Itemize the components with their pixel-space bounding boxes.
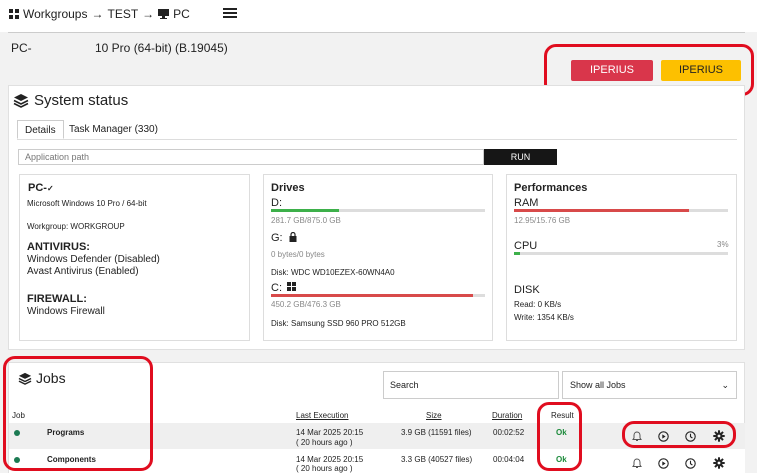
jobs-search-input[interactable] <box>383 371 559 399</box>
ram-usage: 12.95/15.76 GB <box>514 216 571 225</box>
job-size: 3.3 GB (40527 files) <box>401 455 473 464</box>
drive-d-label: D: <box>271 197 282 209</box>
lock-icon <box>289 231 297 242</box>
job-last-ago: ( 20 hours ago ) <box>296 438 353 447</box>
disk-read: Read: 0 KB/s <box>514 300 562 309</box>
drive-d-usage: 281.7 GB/875.0 GB <box>271 216 341 225</box>
pc-os-version: 10 Pro (64-bit) (B.19045) <box>95 41 228 55</box>
clock-icon[interactable] <box>684 457 696 469</box>
job-last-ago: ( 20 hours ago ) <box>296 464 353 473</box>
firewall-item: Windows Firewall <box>27 306 105 317</box>
drive-d-bar <box>271 209 485 212</box>
job-name[interactable]: Programs <box>47 428 84 438</box>
pc-info-os: Microsoft Windows 10 Pro / 64-bit <box>27 199 147 208</box>
job-duration: 00:02:52 <box>493 428 525 437</box>
iperius-backup-button[interactable]: IPERIUS BACKUP ▾ <box>661 60 741 97</box>
performances-title: Performances <box>514 182 588 194</box>
gear-icon[interactable] <box>713 430 725 442</box>
layers-icon <box>13 94 29 108</box>
grid-icon <box>9 9 19 19</box>
antivirus-title: ANTIVIRUS: <box>27 241 90 253</box>
play-icon[interactable] <box>657 430 669 442</box>
gear-icon[interactable] <box>713 457 725 469</box>
clock-icon[interactable] <box>684 430 696 442</box>
col-job: Job <box>12 411 25 420</box>
job-result: Ok <box>556 428 567 437</box>
windows-icon <box>287 282 297 291</box>
job-size: 3.9 GB (11591 files) <box>401 428 472 437</box>
ram-label: RAM <box>514 197 539 209</box>
cpu-bar <box>514 252 728 255</box>
jobs-filter-select[interactable]: Show all Jobs ⌄ <box>562 371 737 399</box>
pc-name: PC- <box>11 41 32 55</box>
drive-c-disk: Disk: Samsung SSD 960 PRO 512GB <box>271 319 406 328</box>
run-button[interactable]: RUN <box>484 149 557 165</box>
antivirus-item: Windows Defender (Disabled) <box>27 254 160 265</box>
divider <box>8 32 745 33</box>
breadcrumb-separator: → <box>142 7 155 21</box>
cpu-percent: 3% <box>717 240 729 249</box>
jobs-title: Jobs <box>18 370 66 386</box>
job-duration: 00:04:04 <box>493 455 525 464</box>
bell-icon[interactable] <box>631 457 643 469</box>
cpu-label: CPU <box>514 240 538 252</box>
tab-divider <box>17 139 737 140</box>
play-icon[interactable] <box>657 457 669 469</box>
tab-task-manager[interactable]: Task Manager (330) <box>62 120 165 139</box>
drive-g-usage: 0 bytes/0 bytes <box>271 250 325 259</box>
iperius-remote-button[interactable]: IPERIUS REMOTE ▾ <box>571 60 653 97</box>
menu-icon[interactable] <box>223 6 237 20</box>
pc-info-workgroup: Workgroup: WORKGROUP <box>27 222 125 231</box>
status-dot <box>14 457 20 463</box>
col-duration[interactable]: Duration <box>492 411 522 420</box>
col-result: Result <box>551 411 574 420</box>
monitor-icon <box>158 9 170 19</box>
breadcrumb: Workgroups → TEST → PC <box>9 7 190 21</box>
layers-icon <box>18 372 32 385</box>
drive-c-label: C: <box>271 282 297 294</box>
col-size[interactable]: Size <box>426 411 442 420</box>
drive-c-usage: 450.2 GB/476.3 GB <box>271 300 341 309</box>
disk-label: DISK <box>514 284 540 296</box>
bell-icon[interactable] <box>631 430 643 442</box>
breadcrumb-pc: PC <box>173 7 190 21</box>
breadcrumb-separator: → <box>91 7 104 21</box>
disk-write: Write: 1354 KB/s <box>514 313 574 322</box>
system-status-title: System status <box>13 92 128 109</box>
drive-g-disk: Disk: WDC WD10EZEX-60WN4A0 <box>271 268 395 277</box>
drive-c-bar <box>271 294 485 297</box>
job-last-date: 14 Mar 2025 20:15 <box>296 428 364 437</box>
col-last-execution[interactable]: Last Execution <box>296 411 348 420</box>
chevron-down-icon: ⌄ <box>721 380 729 390</box>
drives-title: Drives <box>271 182 305 194</box>
application-path-input[interactable] <box>18 149 484 165</box>
job-result: Ok <box>556 455 567 464</box>
drive-g-label: G: <box>271 231 297 244</box>
breadcrumb-workgroups[interactable]: Workgroups <box>23 7 87 21</box>
tab-details[interactable]: Details <box>17 120 64 139</box>
status-dot <box>14 430 20 436</box>
pc-info-name: PC-✓ <box>28 182 54 194</box>
breadcrumb-test[interactable]: TEST <box>107 7 138 21</box>
firewall-title: FIREWALL: <box>27 293 87 305</box>
ram-bar <box>514 209 728 212</box>
job-name[interactable]: Components <box>47 455 96 465</box>
edit-icon[interactable]: ✓ <box>47 184 54 193</box>
antivirus-item: Avast Antivirus (Enabled) <box>27 266 139 277</box>
